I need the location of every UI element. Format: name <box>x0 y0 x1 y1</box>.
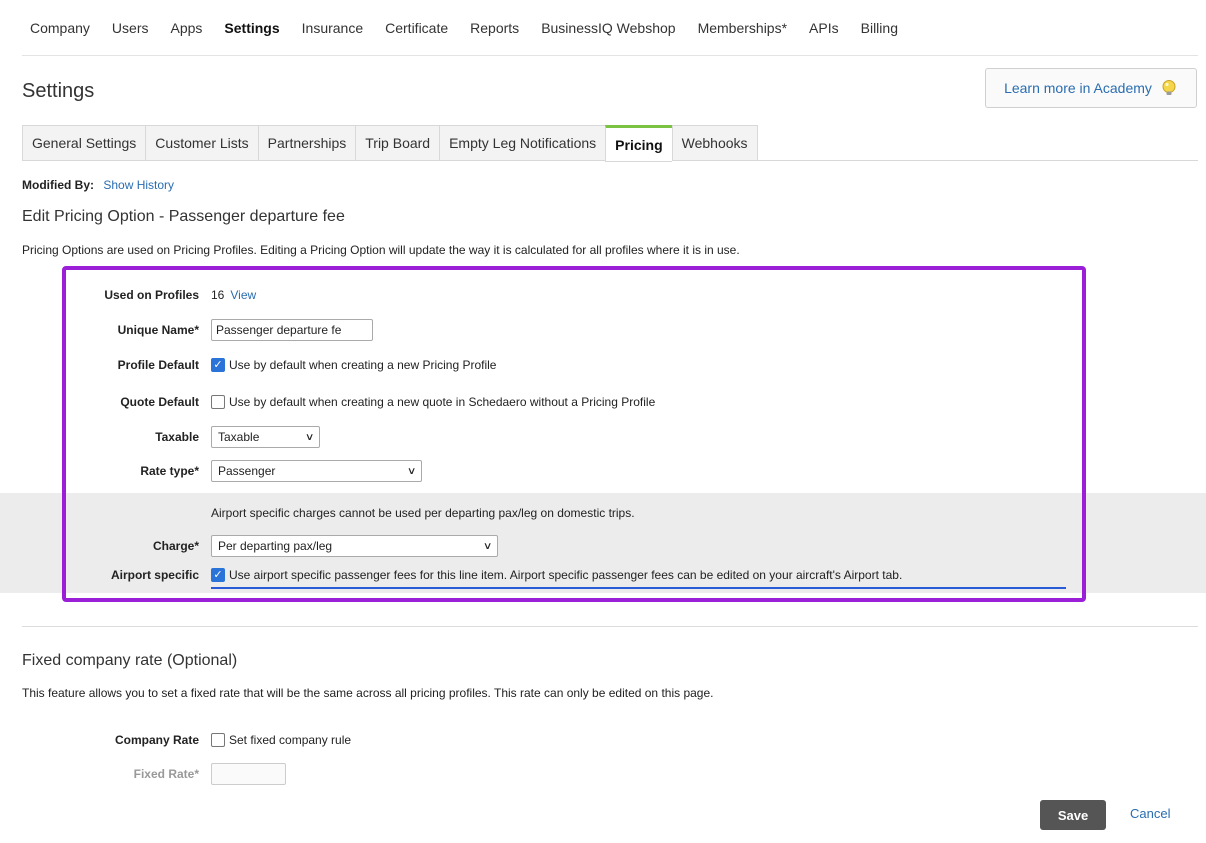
fixed-rate-label: Fixed Rate* <box>133 767 199 781</box>
show-history-link[interactable]: Show History <box>103 178 174 192</box>
edit-description: Pricing Options are used on Pricing Prof… <box>22 243 740 257</box>
nav-apps[interactable]: Apps <box>162 20 210 36</box>
modified-by-label: Modified By: <box>22 178 94 192</box>
settings-tabs: General Settings Customer Lists Partners… <box>22 125 1198 162</box>
academy-label: Learn more in Academy <box>1004 80 1152 96</box>
tab-pricing[interactable]: Pricing <box>605 125 672 162</box>
learn-academy-button[interactable]: Learn more in Academy <box>985 68 1197 108</box>
cancel-link[interactable]: Cancel <box>1130 806 1170 821</box>
nav-memberships[interactable]: Memberships* <box>690 20 795 36</box>
tab-customer-lists[interactable]: Customer Lists <box>145 125 258 161</box>
nav-billing[interactable]: Billing <box>853 20 906 36</box>
nav-certificate[interactable]: Certificate <box>377 20 456 36</box>
tab-general-settings[interactable]: General Settings <box>22 125 146 161</box>
fixed-rate-title: Fixed company rate (Optional) <box>22 652 238 669</box>
save-button[interactable]: Save <box>1040 800 1106 830</box>
page-title: Settings <box>22 80 95 102</box>
tab-webhooks[interactable]: Webhooks <box>671 125 758 161</box>
edit-title: Edit Pricing Option - Passenger departur… <box>22 208 345 225</box>
section-divider <box>22 626 1198 627</box>
top-nav: Company Users Apps Settings Insurance Ce… <box>22 0 1198 56</box>
company-rate-label: Company Rate <box>114 733 199 747</box>
nav-businessiq-webshop[interactable]: BusinessIQ Webshop <box>533 20 683 36</box>
nav-company[interactable]: Company <box>22 20 98 36</box>
fixed-rate-description: This feature allows you to set a fixed r… <box>22 686 714 700</box>
company-rate-checkbox[interactable] <box>211 733 225 747</box>
nav-insurance[interactable]: Insurance <box>294 20 371 36</box>
company-rate-text: Set fixed company rule <box>229 733 352 747</box>
nav-users[interactable]: Users <box>104 20 157 36</box>
fixed-rate-input[interactable] <box>211 763 286 785</box>
nav-apis[interactable]: APIs <box>801 20 847 36</box>
tab-partnerships[interactable]: Partnerships <box>257 125 356 161</box>
highlight-annotation-box <box>62 266 1086 602</box>
modified-by: Modified By: Show History <box>22 178 174 192</box>
tab-trip-board[interactable]: Trip Board <box>355 125 440 161</box>
nav-reports[interactable]: Reports <box>462 20 527 36</box>
nav-settings[interactable]: Settings <box>216 20 287 36</box>
tab-empty-leg-notifications[interactable]: Empty Leg Notifications <box>439 125 606 161</box>
lightbulb-icon <box>1160 79 1178 97</box>
